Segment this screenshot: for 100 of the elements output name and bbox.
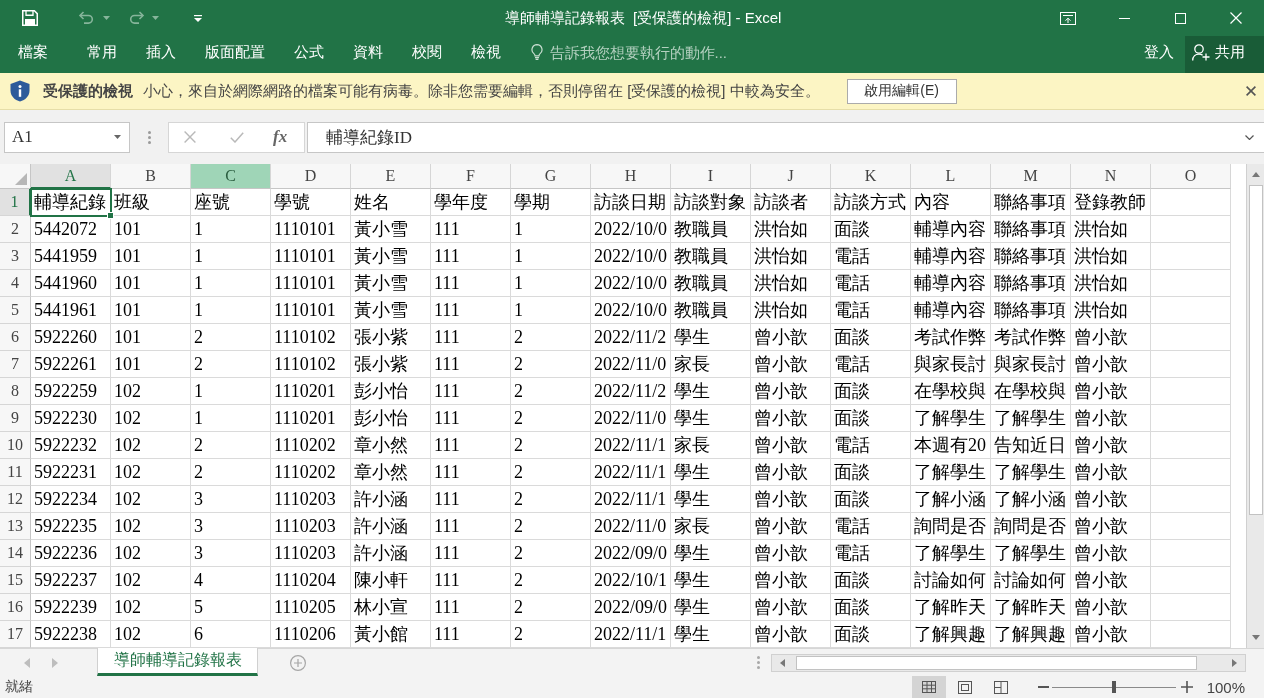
- column-header[interactable]: C: [191, 164, 271, 189]
- scrollbar-thumb[interactable]: [1248, 185, 1263, 515]
- table-cell[interactable]: 輔導內容: [911, 297, 991, 324]
- column-header[interactable]: H: [591, 164, 671, 189]
- empty-cell[interactable]: [1151, 513, 1231, 540]
- vertical-scrollbar[interactable]: [1246, 164, 1264, 648]
- table-cell[interactable]: 1: [191, 297, 271, 324]
- table-cell[interactable]: 許小涵: [351, 540, 431, 567]
- column-header[interactable]: I: [671, 164, 751, 189]
- row-header[interactable]: 1: [0, 189, 31, 216]
- sign-in-link[interactable]: 登入: [1144, 38, 1185, 66]
- table-cell[interactable]: 102: [111, 405, 191, 432]
- table-cell[interactable]: 曾小歆: [751, 594, 831, 621]
- ribbon-tab[interactable]: 檔案: [0, 38, 73, 66]
- table-cell[interactable]: 與家長討: [911, 351, 991, 378]
- table-cell[interactable]: 1110101: [271, 297, 351, 324]
- table-cell[interactable]: 3: [191, 486, 271, 513]
- table-cell[interactable]: 了解學生: [911, 540, 991, 567]
- table-cell[interactable]: 學生: [671, 567, 751, 594]
- column-header[interactable]: G: [511, 164, 591, 189]
- table-cell[interactable]: 曾小歆: [1071, 594, 1151, 621]
- table-cell[interactable]: 111: [431, 594, 511, 621]
- empty-cell[interactable]: [1151, 378, 1231, 405]
- table-cell[interactable]: 在學校與: [991, 378, 1071, 405]
- table-cell[interactable]: 5922237: [31, 567, 111, 594]
- table-cell[interactable]: 5: [191, 594, 271, 621]
- table-cell[interactable]: 102: [111, 459, 191, 486]
- row-header[interactable]: 14: [0, 540, 31, 567]
- table-cell[interactable]: 學生: [671, 378, 751, 405]
- table-cell[interactable]: 訪談方式: [831, 189, 911, 216]
- ribbon-display-icon[interactable]: [1060, 11, 1076, 25]
- close-icon[interactable]: [1246, 86, 1256, 96]
- table-cell[interactable]: 訪談對象: [671, 189, 751, 216]
- table-cell[interactable]: 曾小歆: [1071, 405, 1151, 432]
- table-cell[interactable]: 111: [431, 378, 511, 405]
- table-cell[interactable]: 102: [111, 432, 191, 459]
- table-cell[interactable]: 告知近日: [991, 432, 1071, 459]
- table-cell[interactable]: 1110101: [271, 216, 351, 243]
- table-cell[interactable]: 2: [511, 486, 591, 513]
- left-arrow-icon[interactable]: [24, 657, 30, 668]
- grip-dots-icon[interactable]: [148, 130, 151, 144]
- table-cell[interactable]: 111: [431, 513, 511, 540]
- column-header[interactable]: A: [31, 164, 111, 189]
- table-cell[interactable]: 學生: [671, 324, 751, 351]
- table-cell[interactable]: 輔導內容: [911, 216, 991, 243]
- table-cell[interactable]: 111: [431, 324, 511, 351]
- table-cell[interactable]: 學生: [671, 486, 751, 513]
- table-cell[interactable]: 2022/11/1: [591, 432, 671, 459]
- table-cell[interactable]: 學生: [671, 594, 751, 621]
- table-cell[interactable]: 輔導紀錄: [31, 189, 111, 216]
- table-cell[interactable]: 102: [111, 594, 191, 621]
- empty-cell[interactable]: [1151, 405, 1231, 432]
- row-header[interactable]: 11: [0, 459, 31, 486]
- table-cell[interactable]: 班級: [111, 189, 191, 216]
- horizontal-scrollbar[interactable]: [771, 653, 1246, 672]
- column-header[interactable]: M: [991, 164, 1071, 189]
- table-cell[interactable]: 曾小歆: [751, 351, 831, 378]
- table-cell[interactable]: 2022/11/0: [591, 405, 671, 432]
- empty-cell[interactable]: [1151, 540, 1231, 567]
- table-cell[interactable]: 曾小歆: [1071, 540, 1151, 567]
- table-cell[interactable]: 學生: [671, 405, 751, 432]
- table-cell[interactable]: 曾小歆: [1071, 567, 1151, 594]
- table-cell[interactable]: 考試作弊: [911, 324, 991, 351]
- empty-cell[interactable]: [1151, 567, 1231, 594]
- table-cell[interactable]: 3: [191, 513, 271, 540]
- table-cell[interactable]: 電話: [831, 432, 911, 459]
- table-cell[interactable]: 5922232: [31, 432, 111, 459]
- table-cell[interactable]: 2022/11/1: [591, 486, 671, 513]
- up-arrow-icon[interactable]: [1251, 172, 1260, 177]
- empty-cell[interactable]: [1151, 432, 1231, 459]
- row-header[interactable]: 17: [0, 621, 31, 648]
- table-cell[interactable]: 了解小涵: [911, 486, 991, 513]
- table-cell[interactable]: 102: [111, 378, 191, 405]
- row-header[interactable]: 10: [0, 432, 31, 459]
- column-header[interactable]: K: [831, 164, 911, 189]
- table-cell[interactable]: 了解小涵: [991, 486, 1071, 513]
- table-cell[interactable]: 聯絡事項: [991, 216, 1071, 243]
- table-cell[interactable]: 101: [111, 216, 191, 243]
- table-cell[interactable]: 教職員: [671, 243, 751, 270]
- table-cell[interactable]: 洪怡如: [1071, 297, 1151, 324]
- table-cell[interactable]: 聯絡事項: [991, 243, 1071, 270]
- empty-cell[interactable]: [1151, 216, 1231, 243]
- tell-me-field[interactable]: 告訴我您想要執行的動作...: [549, 43, 800, 61]
- table-cell[interactable]: 2022/09/0: [591, 540, 671, 567]
- table-cell[interactable]: 5922261: [31, 351, 111, 378]
- table-cell[interactable]: 訪談日期: [591, 189, 671, 216]
- table-cell[interactable]: 洪怡如: [751, 270, 831, 297]
- table-cell[interactable]: 張小紫: [351, 351, 431, 378]
- table-cell[interactable]: 111: [431, 405, 511, 432]
- table-cell[interactable]: 111: [431, 297, 511, 324]
- table-cell[interactable]: 1110205: [271, 594, 351, 621]
- table-cell[interactable]: 2: [511, 351, 591, 378]
- row-header[interactable]: 8: [0, 378, 31, 405]
- table-cell[interactable]: 學號: [271, 189, 351, 216]
- table-cell[interactable]: 曾小歆: [751, 513, 831, 540]
- chevron-down-icon[interactable]: [1245, 134, 1254, 140]
- sheet-tab[interactable]: 導師輔導記錄報表: [97, 648, 258, 676]
- table-cell[interactable]: 1: [191, 243, 271, 270]
- table-cell[interactable]: 登錄教師: [1071, 189, 1151, 216]
- table-cell[interactable]: 2: [191, 459, 271, 486]
